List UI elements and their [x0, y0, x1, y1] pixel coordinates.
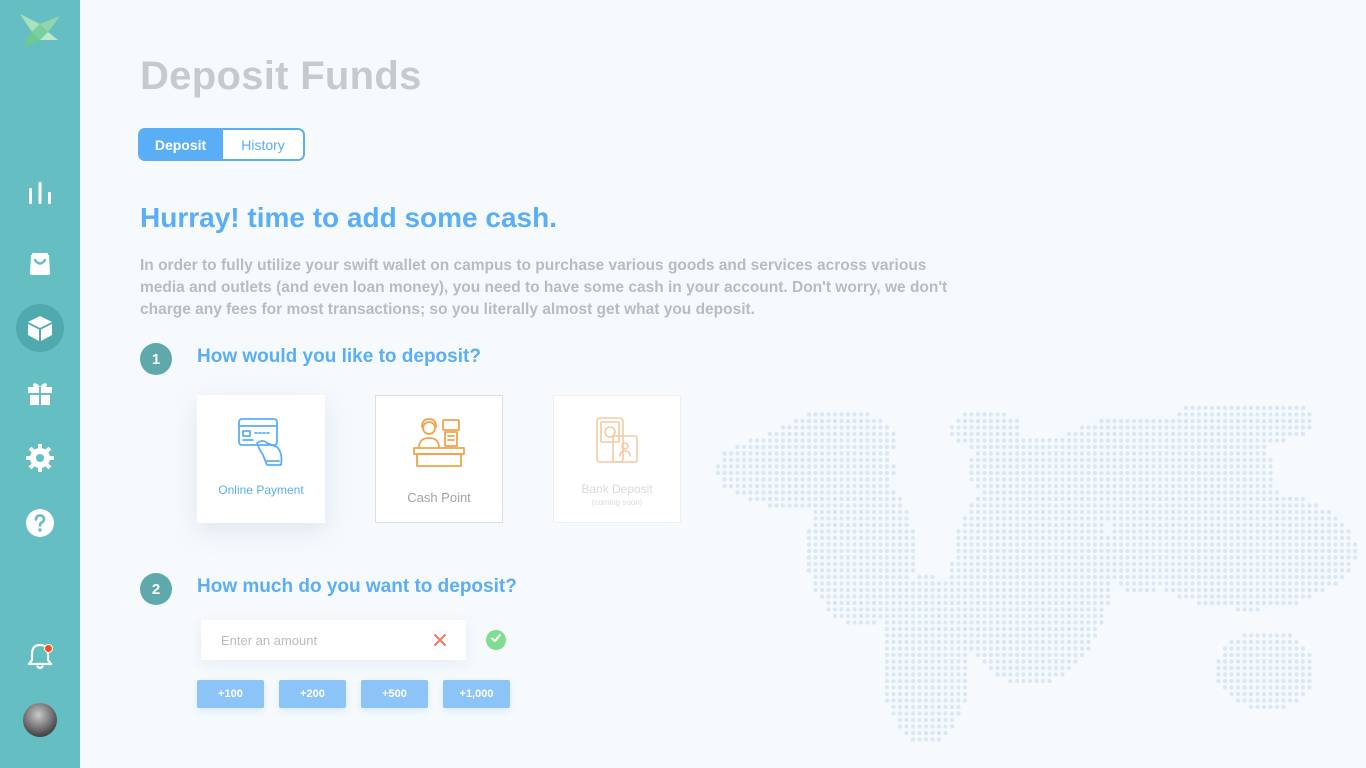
- clear-icon[interactable]: [432, 632, 448, 648]
- avatar[interactable]: [23, 703, 57, 737]
- bird-logo-icon[interactable]: [18, 10, 62, 50]
- question-icon: [25, 508, 55, 538]
- method-bank-deposit-sublabel: (coming soon): [591, 498, 643, 507]
- sidebar: [0, 0, 80, 768]
- step-2-title: How much do you want to deposit?: [197, 576, 517, 597]
- bank-deposit-icon: [589, 414, 645, 470]
- page-title: Deposit Funds: [140, 54, 422, 98]
- sidebar-item-help[interactable]: [16, 499, 64, 547]
- world-map-decoration: [715, 405, 1358, 742]
- check-icon: [490, 631, 502, 649]
- quick-amount-1000[interactable]: +1,000: [443, 680, 510, 708]
- quick-amount-500[interactable]: +500: [361, 680, 428, 708]
- amount-field-container: [201, 620, 466, 660]
- sidebar-item-analytics[interactable]: [16, 169, 64, 217]
- confirm-check-button[interactable]: [486, 630, 506, 650]
- intro-text: In order to fully utilize your swift wal…: [140, 257, 948, 318]
- quick-amount-200[interactable]: +200: [279, 680, 346, 708]
- sidebar-item-deposit[interactable]: [16, 304, 64, 352]
- tab-history[interactable]: History: [223, 130, 303, 159]
- shopping-bag-icon: [26, 249, 54, 277]
- method-bank-deposit-label: Bank Deposit: [581, 482, 653, 496]
- amount-input[interactable]: [201, 632, 411, 648]
- method-bank-deposit: Bank Deposit (coming soon): [553, 395, 681, 523]
- method-cash-point-label: Cash Point: [407, 490, 471, 505]
- notifications-button[interactable]: [24, 642, 56, 674]
- method-online-payment-label: Online Payment: [218, 483, 304, 497]
- sidebar-item-rewards[interactable]: [16, 369, 64, 417]
- main-content: Deposit Funds Deposit History Hurray! ti…: [80, 0, 1366, 768]
- notification-badge: [44, 644, 53, 653]
- sidebar-item-shop[interactable]: [16, 239, 64, 287]
- sidebar-item-settings[interactable]: [16, 434, 64, 482]
- step-1-badge: 1: [140, 343, 172, 375]
- step-2-badge: 2: [140, 573, 172, 605]
- headline: Hurray! time to add some cash.: [140, 202, 558, 233]
- method-online-payment[interactable]: Online Payment: [197, 395, 325, 523]
- gift-icon: [26, 379, 54, 407]
- bar-chart-icon: [27, 180, 53, 206]
- tab-deposit[interactable]: Deposit: [140, 130, 223, 159]
- quick-amount-100[interactable]: +100: [197, 680, 264, 708]
- box-icon: [26, 314, 54, 342]
- method-cash-point[interactable]: Cash Point: [375, 395, 503, 523]
- tab-bar: Deposit History: [138, 128, 305, 161]
- cashier-icon: [411, 414, 467, 470]
- gear-icon: [25, 443, 55, 473]
- card-payment-icon: [233, 413, 289, 469]
- step-1-title: How would you like to deposit?: [197, 346, 481, 367]
